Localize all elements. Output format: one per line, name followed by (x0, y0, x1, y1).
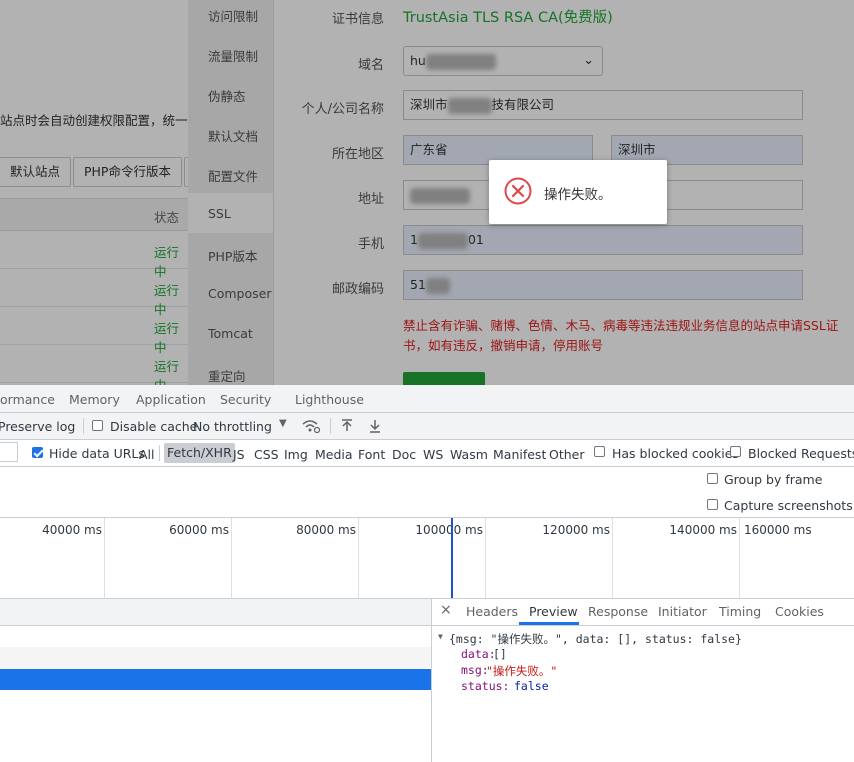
tab-performance[interactable]: ormance (0, 392, 55, 407)
timeline-gridline (231, 518, 232, 598)
timeline-gridline (612, 518, 613, 598)
tab-memory[interactable]: Memory (69, 392, 120, 407)
filter-font[interactable]: Font (358, 447, 385, 462)
close-icon[interactable]: × (440, 602, 452, 618)
network-filter-bar: Hide data URLs All Fetch/XHR JS CSS Img … (0, 440, 854, 467)
timeline-label: 160000 ms (744, 523, 812, 537)
filter-js[interactable]: JS (233, 447, 245, 462)
filter-css[interactable]: CSS (254, 447, 279, 462)
website-settings-page: 站点时会自动创建权限配置，统一使 默认站点 PHP命令行版本 状态 运行中 运行… (0, 0, 854, 385)
tab-timing[interactable]: Timing (719, 604, 761, 619)
filter-input[interactable] (0, 442, 18, 462)
error-icon (504, 177, 532, 205)
tab-cookies[interactable]: Cookies (775, 604, 824, 619)
tab-lighthouse[interactable]: Lighthouse (295, 392, 364, 407)
tab-headers[interactable]: Headers (466, 604, 518, 619)
request-list (0, 599, 431, 762)
timeline-gridline (104, 518, 105, 598)
preview-data-value: [] (493, 647, 507, 661)
timeline-label: 80000 ms (296, 523, 356, 537)
filter-other[interactable]: Other (549, 447, 585, 462)
error-toast: 操作失败。 (489, 160, 667, 224)
preview-status-key: status: (461, 679, 510, 693)
timeline-label: 100000 ms (415, 523, 483, 537)
caret-down-icon[interactable]: ▼ (279, 418, 287, 429)
timeline-gridline (485, 518, 486, 598)
timeline-current-marker (451, 518, 453, 598)
has-blocked-cookies-label: Has blocked cookies (612, 446, 739, 461)
timeline-gridline (739, 518, 740, 598)
wifi-settings-icon[interactable] (301, 418, 321, 434)
hide-data-urls-checkbox[interactable] (32, 447, 43, 458)
toolbar-divider (330, 418, 331, 434)
tab-preview-underline (519, 622, 579, 625)
throttling-select[interactable]: No throttling (193, 419, 272, 434)
preview-status-value: false (514, 679, 549, 693)
capture-screenshots-label: Capture screenshots (724, 498, 853, 513)
capture-screenshots-checkbox[interactable] (707, 499, 718, 510)
timeline-label: 60000 ms (169, 523, 229, 537)
preview-data-key: data: (461, 647, 496, 661)
filter-all[interactable]: All (139, 447, 155, 462)
request-row[interactable] (0, 647, 431, 668)
timeline-label: 40000 ms (42, 523, 102, 537)
expand-triangle-icon[interactable]: ▼ (438, 632, 443, 641)
group-by-frame-checkbox[interactable] (707, 473, 718, 484)
timeline-label: 120000 ms (542, 523, 610, 537)
network-settings-area: Group by frame Capture screenshots (0, 467, 854, 518)
modal-overlay (0, 0, 854, 385)
tab-preview[interactable]: Preview (529, 604, 578, 619)
filter-divider (159, 445, 160, 461)
filter-img[interactable]: Img (284, 447, 308, 462)
tab-response[interactable]: Response (588, 604, 648, 619)
preview-summary[interactable]: {msg: "操作失败。", data: [], status: false} (449, 631, 742, 647)
export-har-icon[interactable] (368, 419, 382, 433)
preview-msg-value: "操作失败。" (486, 664, 558, 678)
devtools-tab-bar: ormance Memory Application Security Ligh… (0, 385, 854, 413)
request-list-header (0, 599, 431, 626)
network-toolbar: Preserve log Disable cache No throttling… (0, 413, 854, 440)
toolbar-divider (83, 418, 84, 434)
hide-data-urls-label: Hide data URLs (49, 446, 145, 461)
toast-message: 操作失败。 (544, 187, 612, 203)
timeline-gridline (358, 518, 359, 598)
group-by-frame-label: Group by frame (724, 472, 823, 487)
disable-cache-label: Disable cache (110, 419, 198, 434)
filter-fetch-xhr[interactable]: Fetch/XHR (164, 443, 235, 463)
preserve-log-label[interactable]: Preserve log (0, 419, 75, 434)
filter-manifest[interactable]: Manifest (493, 447, 546, 462)
disable-cache-checkbox[interactable] (92, 420, 103, 431)
timeline-label: 140000 ms (669, 523, 737, 537)
filter-wasm[interactable]: Wasm (450, 447, 488, 462)
request-row-selected[interactable] (0, 669, 431, 690)
import-har-icon[interactable] (340, 419, 354, 433)
tab-initiator[interactable]: Initiator (658, 604, 707, 619)
filter-ws[interactable]: WS (423, 447, 443, 462)
devtools-panel: ormance Memory Application Security Ligh… (0, 385, 854, 762)
preview-msg-key: msg: (461, 663, 489, 677)
has-blocked-cookies-checkbox[interactable] (594, 446, 605, 457)
filter-media[interactable]: Media (315, 447, 353, 462)
tab-application[interactable]: Application (136, 392, 206, 407)
blocked-requests-checkbox[interactable] (730, 446, 741, 457)
request-row[interactable] (0, 626, 431, 647)
filter-doc[interactable]: Doc (392, 447, 416, 462)
tab-security[interactable]: Security (220, 392, 271, 407)
blocked-requests-label: Blocked Requests (748, 446, 854, 461)
